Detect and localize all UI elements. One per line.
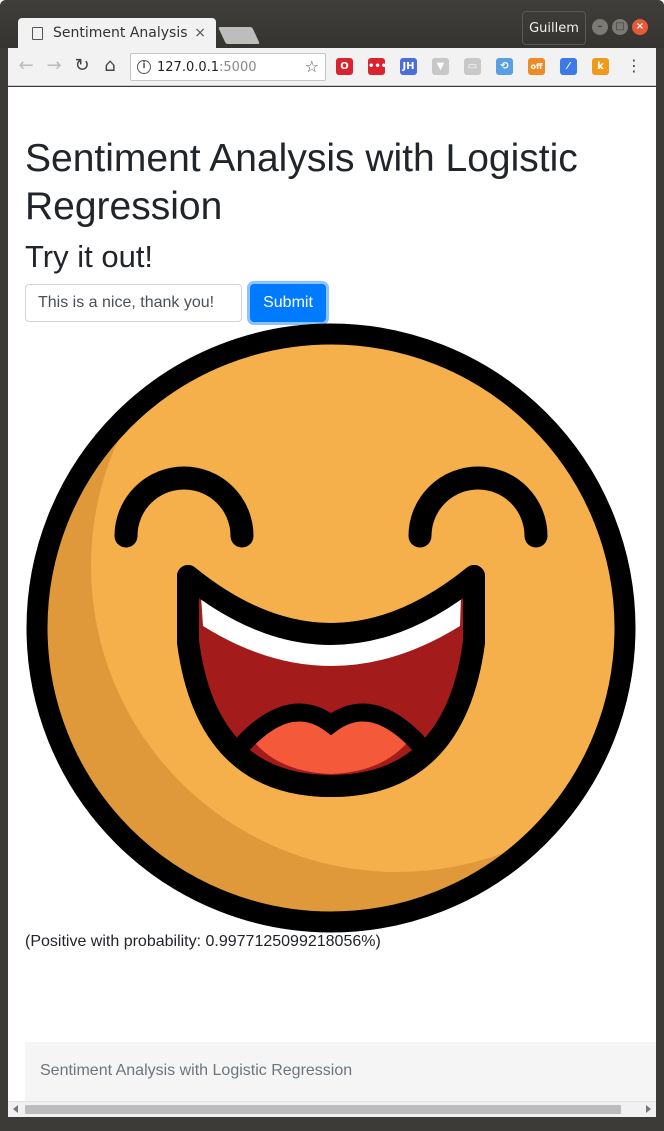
reload-button[interactable]: ↻ [70, 54, 94, 78]
browser-toolbar: ← → ↻ ⌂ i 127.0.0.1 :5000 ☆ O ••• JH ▼ ▭ ⟲ off… [8, 48, 656, 86]
window-controls: – □ × [592, 19, 648, 35]
try-it-heading: Try it out! [25, 239, 154, 274]
horizontal-scrollbar[interactable] [8, 1101, 656, 1117]
home-button[interactable]: ⌂ [98, 54, 122, 78]
back-button[interactable]: ← [14, 54, 38, 78]
document-icon [32, 26, 43, 40]
url-port: :5000 [219, 59, 257, 75]
maximize-button[interactable]: □ [612, 19, 628, 35]
minimize-button[interactable]: – [592, 19, 608, 35]
scroll-right-icon[interactable] [646, 1105, 651, 1113]
profile-button[interactable]: Guillem [522, 11, 586, 45]
menu-icon[interactable]: ⋮ [622, 54, 646, 78]
url-host: 127.0.0.1 [157, 59, 220, 75]
address-bar[interactable]: i 127.0.0.1 :5000 ☆ [130, 53, 326, 81]
laughing-face-icon [26, 323, 636, 933]
tab-sentiment-analysis[interactable]: Sentiment Analysis × [18, 18, 216, 48]
k-ext-icon[interactable]: k [592, 58, 609, 75]
laughing-face-image [25, 322, 637, 934]
forward-button[interactable]: → [42, 54, 66, 78]
page-title: Sentiment Analysis with Logistic Regress… [25, 137, 578, 228]
new-tab-button[interactable] [218, 27, 260, 44]
window-bottom-frame [0, 1117, 664, 1131]
footer-text: Sentiment Analysis with Logistic Regress… [40, 1062, 353, 1079]
sentence-input[interactable] [25, 284, 242, 322]
eyedropper-ext-icon[interactable]: ⁄ [560, 58, 577, 75]
off-ext-icon[interactable]: off [528, 58, 545, 75]
translate-ext-icon[interactable]: ⟲ [496, 58, 513, 75]
scrollbar-thumb[interactable] [25, 1105, 621, 1114]
shield-ext-icon[interactable]: ▼ [432, 58, 449, 75]
browser-window: Sentiment Analysis × Guillem – □ × ← → ↻… [0, 0, 664, 1131]
scroll-left-icon[interactable] [13, 1105, 18, 1113]
dots-ext-icon[interactable]: ••• [368, 58, 387, 75]
bookmark-star-icon[interactable]: ☆ [305, 57, 319, 76]
title-bar: Sentiment Analysis × Guillem – □ × [0, 0, 664, 48]
opera-icon[interactable]: O [336, 58, 353, 75]
chat-ext-icon[interactable]: ▭ [464, 58, 481, 75]
tab-title: Sentiment Analysis [53, 25, 188, 41]
jh-ext-icon[interactable]: JH [400, 58, 417, 75]
prediction-result: (Positive with probability: 0.9977125099… [25, 933, 381, 950]
close-window-button[interactable]: × [632, 19, 648, 35]
submit-button[interactable]: Submit [250, 284, 326, 322]
tab-close-icon[interactable]: × [194, 25, 206, 41]
page-viewport: Sentiment Analysis with Logistic Regress… [8, 87, 656, 1101]
page-footer: Sentiment Analysis with Logistic Regress… [25, 1042, 656, 1101]
info-icon[interactable]: i [137, 60, 151, 74]
